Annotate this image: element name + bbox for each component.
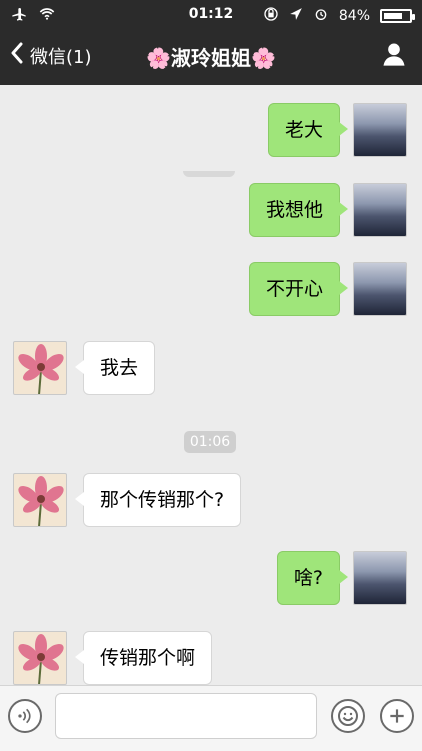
my-avatar[interactable] — [353, 262, 407, 316]
message-row: 传销那个啊 — [0, 631, 422, 687]
my-avatar[interactable] — [353, 103, 407, 157]
plus-icon[interactable] — [380, 699, 414, 733]
battery-percent: 84% — [338, 8, 370, 24]
message-row: 不开心 — [0, 262, 422, 318]
friend-avatar[interactable] — [13, 631, 67, 685]
friend-avatar[interactable] — [13, 473, 67, 527]
timestamp-badge: 01:06 — [184, 431, 236, 453]
my-avatar[interactable] — [353, 551, 407, 605]
message-row: 我想他 — [0, 183, 422, 239]
flower-icon — [18, 634, 64, 684]
friend-avatar[interactable] — [13, 341, 67, 395]
battery-icon — [380, 9, 415, 23]
flower-icon — [18, 476, 64, 526]
my-avatar[interactable] — [353, 183, 407, 237]
message-row: 那个传销那个? — [0, 473, 422, 529]
history-handle — [183, 171, 235, 177]
composer-bar — [0, 685, 422, 751]
message-row: 老大 — [0, 103, 422, 159]
emoji-icon[interactable] — [331, 699, 365, 733]
message-bubble-me[interactable]: 我想他 — [248, 183, 349, 237]
status-bar: 01:12 84% — [0, 0, 422, 30]
navigation-bar: 微信(1) 🌸淑玲姐姐🌸 — [0, 30, 422, 85]
location-icon — [289, 7, 303, 25]
message-bubble-me[interactable]: 啥? — [276, 551, 349, 605]
message-bubble-friend[interactable]: 传销那个啊 — [74, 631, 213, 685]
profile-icon[interactable] — [380, 40, 408, 68]
top-bar: 01:12 84% 微信(1) 🌸淑玲姐姐🌸 — [0, 0, 422, 85]
message-row: 我去 — [0, 341, 422, 397]
battery-fill — [384, 13, 403, 19]
chat-area: 老大 我想他 不开心 我去 01:06 那个传销那个? 啥? 传销那个啊 — [0, 85, 422, 685]
flower-icon — [18, 344, 64, 394]
alarm-icon — [313, 6, 329, 26]
message-bubble-me[interactable]: 不开心 — [248, 262, 349, 316]
message-input[interactable] — [55, 693, 317, 739]
voice-icon[interactable] — [8, 699, 42, 733]
chat-title: 🌸淑玲姐姐🌸 — [146, 46, 276, 70]
message-row: 啥? — [0, 551, 422, 607]
battery-tip — [412, 14, 415, 20]
status-right: 84% — [263, 6, 415, 26]
message-bubble-me[interactable]: 老大 — [267, 103, 349, 157]
rotation-lock-icon — [263, 6, 279, 26]
message-bubble-friend[interactable]: 那个传销那个? — [74, 473, 242, 527]
message-bubble-friend[interactable]: 我去 — [74, 341, 156, 395]
